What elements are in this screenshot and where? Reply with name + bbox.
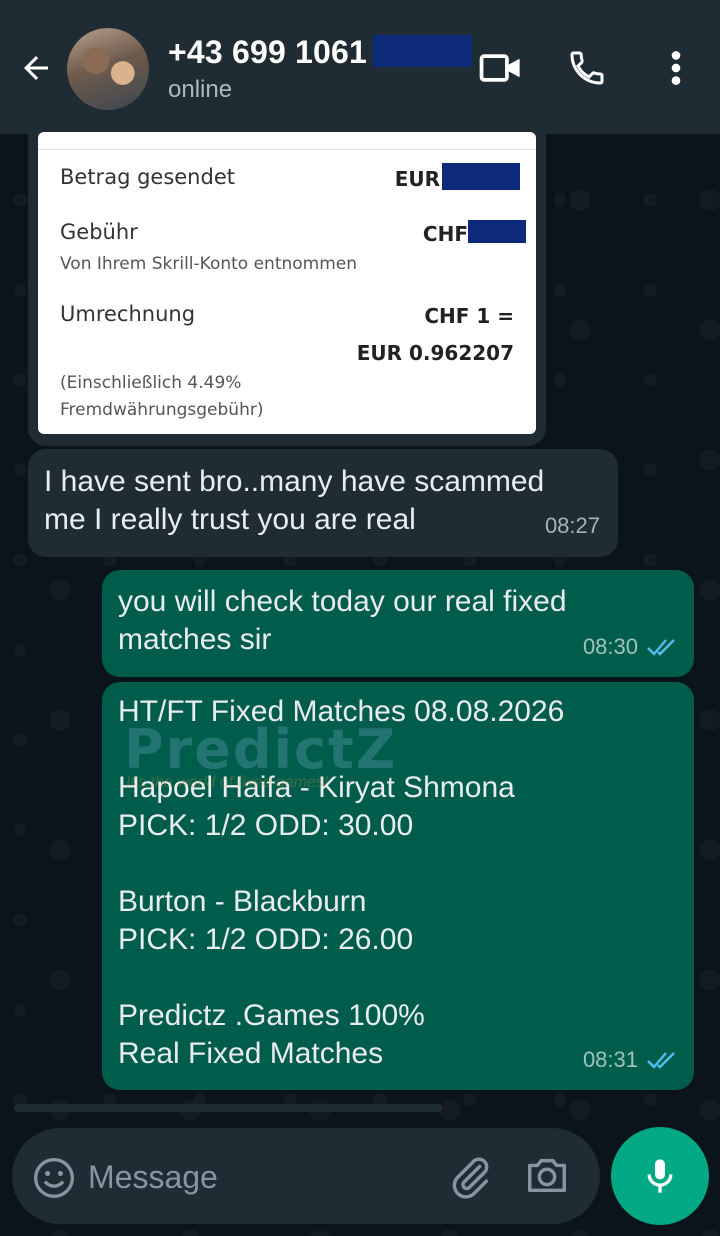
message-time: 08:27 [544,513,600,538]
emoji-button[interactable] [32,1156,76,1200]
conversion-rate-line2: EUR 0.962207 [356,341,514,365]
back-button[interactable] [14,44,58,92]
phone-icon [570,51,604,85]
attach-icon [452,1157,489,1199]
outgoing-message[interactable]: you will check today our real fixed matc… [102,570,694,677]
payment-receipt-image[interactable]: Betrag gesendet EUR Gebühr CHF Von Ihrem… [38,132,536,434]
message-time: 08:31 [582,1047,638,1072]
more-options-button[interactable] [652,44,700,92]
message-input[interactable] [88,1150,428,1204]
sent-amount-label: Betrag gesendet [60,165,235,189]
double-check-icon [647,1052,675,1069]
camera-button[interactable] [524,1152,572,1200]
attach-button[interactable] [448,1152,496,1204]
fee-note: Von Ihrem Skrill-Konto entnommen [60,254,358,274]
message-meta: 08:27 [545,507,600,545]
back-arrow-icon [24,56,48,80]
contact-avatar[interactable] [67,28,149,110]
voice-message-button[interactable] [611,1127,709,1225]
conversion-rate-line1: CHF 1 = [424,304,514,328]
message-meta: 08:31 [583,1041,678,1079]
watermark-subtitle: It's the world of fixed games! [126,774,329,791]
fee-label: Gebühr [60,220,138,244]
camera-icon [528,1158,566,1193]
redaction-box [468,220,526,243]
contact-status: online [168,76,233,103]
incoming-message[interactable]: I have sent bro..many have scammed me I … [28,449,618,557]
chat-header: +43 699 1061 online [0,0,720,134]
divider [38,149,536,150]
fee-currency: CHF [422,222,468,246]
video-call-button[interactable] [474,44,528,92]
video-call-icon [479,54,520,82]
voice-call-button[interactable] [562,44,612,92]
contact-name[interactable]: +43 699 1061 [168,34,367,71]
double-check-icon [647,639,675,656]
conversion-label: Umrechnung [60,302,196,326]
redaction-box [373,35,472,67]
predictz-watermark: PredictZ It's the world of fixed games! [124,718,504,808]
message-time: 08:30 [582,634,638,659]
sent-currency: EUR [394,167,440,191]
mic-icon [647,1159,673,1193]
conversion-note: (Einschließlich 4.49% Fremdwährungsgebüh… [60,373,264,420]
watermark-title: PredictZ [124,718,397,781]
redaction-box [442,163,520,190]
message-text: you will check today our real fixed matc… [118,585,567,656]
message-text: I have sent bro..many have scammed me I … [44,465,545,536]
scroll-indicator [14,1104,442,1112]
message-meta: 08:30 [583,628,678,666]
emoji-icon [34,1158,74,1198]
more-options-icon [671,51,681,85]
